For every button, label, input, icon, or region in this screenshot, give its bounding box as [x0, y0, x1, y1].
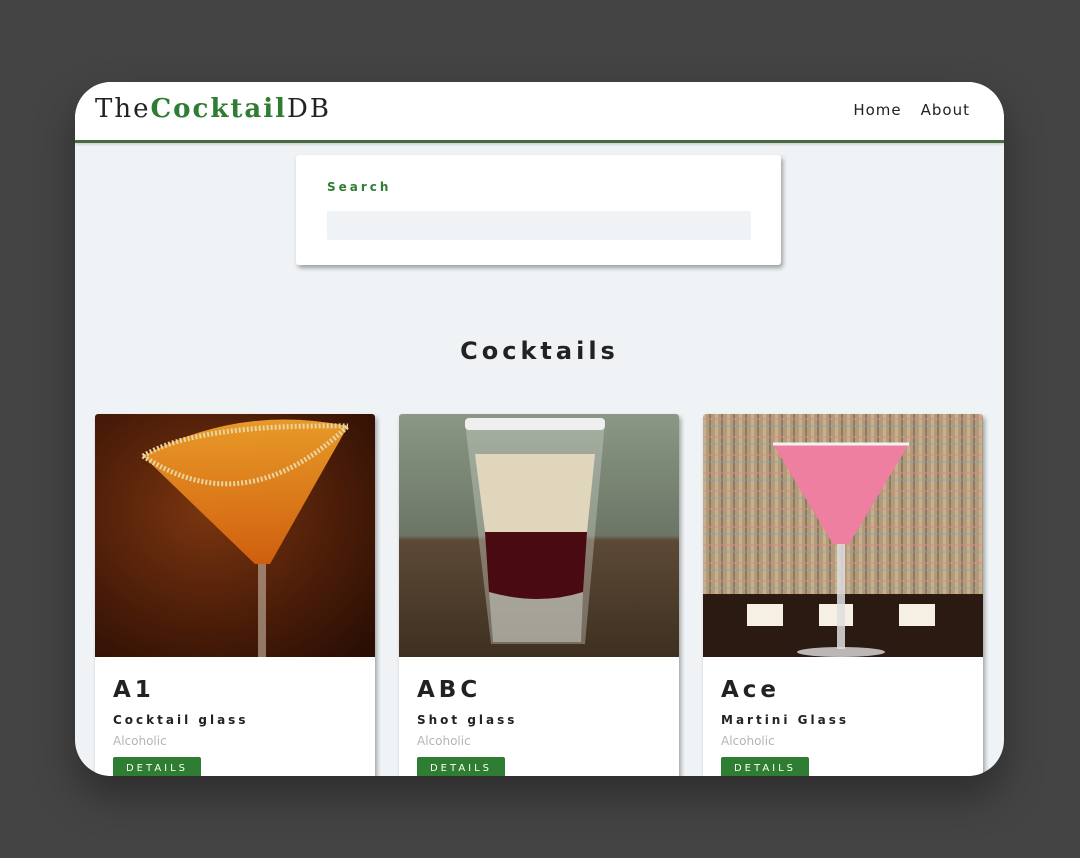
- cocktail-name: ABC: [417, 677, 482, 703]
- navbar: TheCocktailDB Home About: [75, 82, 1004, 143]
- shot-glass-image: [399, 414, 679, 657]
- details-button[interactable]: DETAILS: [113, 757, 201, 776]
- cocktail-card: A1 Cocktail glass Alcoholic DETAILS: [95, 414, 375, 776]
- logo-suffix: DB: [286, 94, 331, 124]
- section-title: Cocktails: [460, 337, 619, 365]
- cocktail-name: Ace: [721, 677, 781, 703]
- martini-glass-image: [703, 414, 983, 657]
- cocktail-info: Alcoholic: [721, 734, 775, 748]
- cocktail-image: [399, 414, 679, 657]
- search-label: Search: [327, 180, 392, 194]
- app-window: TheCocktailDB Home About Search Cocktail…: [75, 82, 1004, 776]
- cocktail-name: A1: [113, 677, 155, 703]
- cocktail-glass: Cocktail glass: [113, 713, 249, 727]
- search-input[interactable]: [327, 211, 751, 240]
- cocktail-card: Ace Martini Glass Alcoholic DETAILS: [703, 414, 983, 776]
- cocktail-glass: Shot glass: [417, 713, 518, 727]
- search-form: Search: [296, 155, 781, 265]
- cocktail-info: Alcoholic: [113, 734, 167, 748]
- cocktail-card: ABC Shot glass Alcoholic DETAILS: [399, 414, 679, 776]
- cocktail-image: [95, 414, 375, 657]
- nav-link-home[interactable]: Home: [853, 101, 901, 119]
- cocktail-image: [703, 414, 983, 657]
- details-button[interactable]: DETAILS: [721, 757, 809, 776]
- cocktail-info: Alcoholic: [417, 734, 471, 748]
- nav-links: Home About: [853, 101, 970, 119]
- site-logo[interactable]: TheCocktailDB: [95, 94, 331, 124]
- details-button[interactable]: DETAILS: [417, 757, 505, 776]
- nav-link-about[interactable]: About: [921, 101, 970, 119]
- logo-prefix: The: [95, 94, 151, 124]
- cocktail-glass: Martini Glass: [721, 713, 849, 727]
- cocktail-glass-image: [95, 414, 375, 657]
- logo-accent: Cocktail: [150, 94, 287, 124]
